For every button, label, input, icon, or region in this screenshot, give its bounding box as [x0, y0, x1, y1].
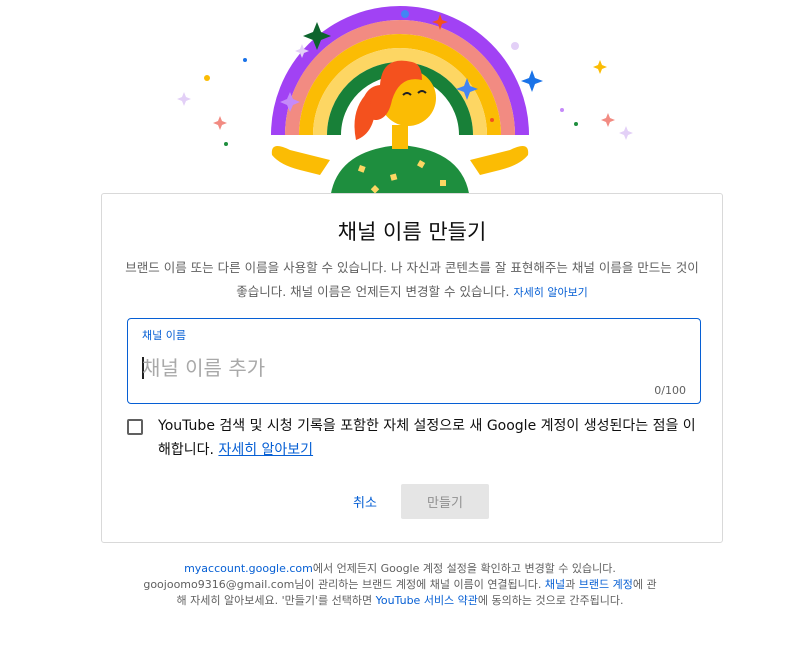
dialog-description: 브랜드 이름 또는 다른 이름을 사용할 수 있습니다. 나 자신과 콘텐츠를 … [120, 256, 704, 305]
consent-text: YouTube 검색 및 시청 기록을 포함한 자체 설정으로 새 Google… [158, 414, 703, 462]
footer-line3: 에 동의하는 것으로 간주됩니다. [477, 594, 624, 607]
footer-email: goojoomo9316@gmail.com [143, 578, 295, 591]
myaccount-link[interactable]: myaccount.google.com [184, 562, 313, 575]
char-counter: 0/100 [654, 384, 686, 397]
footer-line2: 님이 관리하는 브랜드 계정에 채널 이름이 연결됩니다. [294, 578, 545, 591]
channel-name-label: 채널 이름 [142, 329, 186, 342]
channel-name-input[interactable] [142, 353, 662, 383]
footer-notice: myaccount.google.com에서 언제든지 Google 계정 설정… [140, 561, 660, 609]
terms-link[interactable]: YouTube 서비스 약관 [376, 594, 478, 607]
learn-more-link[interactable]: 자세히 알아보기 [513, 286, 587, 299]
description-text: 브랜드 이름 또는 다른 이름을 사용할 수 있습니다. 나 자신과 콘텐츠를 … [125, 260, 699, 299]
consent-learn-more-link[interactable]: 자세히 알아보기 [218, 442, 313, 458]
footer-and: 과 [565, 578, 579, 591]
channel-link[interactable]: 채널 [545, 578, 565, 591]
cancel-button[interactable]: 취소 [338, 484, 392, 518]
channel-name-field[interactable]: 채널 이름 0/100 [127, 318, 701, 404]
brand-account-link[interactable]: 브랜드 계정 [579, 578, 633, 591]
footer-line1: 에서 언제든지 Google 계정 설정을 확인하고 변경할 수 있습니다. [312, 562, 616, 575]
create-channel-dialog: 채널 이름 만들기 브랜드 이름 또는 다른 이름을 사용할 수 있습니다. 나… [101, 193, 723, 543]
dialog-title: 채널 이름 만들기 [337, 220, 487, 244]
create-button[interactable]: 만들기 [401, 484, 489, 519]
rainbow-illustration [177, 6, 633, 200]
consent-checkbox[interactable] [127, 419, 143, 435]
